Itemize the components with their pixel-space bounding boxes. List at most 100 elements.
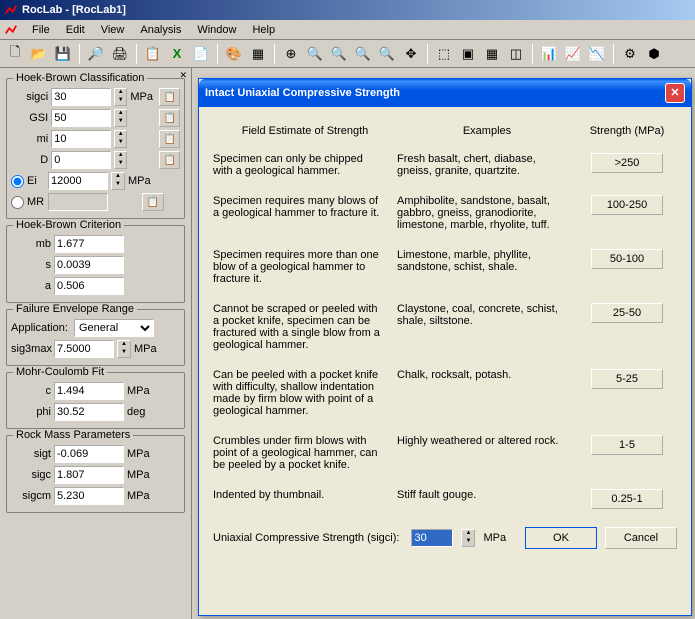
cancel-button[interactable]: Cancel <box>605 527 677 549</box>
sigt-input[interactable] <box>54 445 124 463</box>
print-icon[interactable]: 🖨 <box>109 43 131 65</box>
group-legend: Hoek-Brown Criterion <box>13 219 124 231</box>
open-icon[interactable]: 📂 <box>28 43 50 65</box>
menu-window[interactable]: Window <box>189 22 244 38</box>
strength-row: Specimen requires many blows of a geolog… <box>213 195 677 231</box>
grid-icon[interactable]: ▦ <box>247 43 269 65</box>
sigcm-unit: MPa <box>127 490 155 502</box>
d-label: D <box>11 154 48 166</box>
c-input[interactable] <box>54 382 124 400</box>
sigci-spinner[interactable]: ▲▼ <box>114 88 127 106</box>
gsi-helper-icon[interactable]: 📋 <box>159 109 180 127</box>
copy-icon[interactable]: 📋 <box>142 43 164 65</box>
save-icon[interactable]: 💾 <box>52 43 74 65</box>
a-input[interactable] <box>54 277 124 295</box>
toolbar: 🗋 📂 💾 🔎 🖨 📋 X 📄 🎨 ▦ ⊕ 🔍 🔍 🔍 🔍 ✥ ⬚ ▣ ▦ ◫ … <box>0 40 695 68</box>
tool4-icon[interactable]: ◫ <box>505 43 527 65</box>
strength-range-button[interactable]: 25-50 <box>591 303 663 323</box>
ei-label: Ei <box>27 175 45 187</box>
print-preview-icon[interactable]: 🔎 <box>85 43 107 65</box>
sigc-input[interactable] <box>54 466 124 484</box>
ei-input[interactable] <box>48 172 108 190</box>
strength-range-button[interactable]: >250 <box>591 153 663 173</box>
separator <box>136 44 137 64</box>
example-text: Fresh basalt, chert, diabase, gneiss, gr… <box>397 153 577 177</box>
d-input[interactable] <box>51 151 111 169</box>
mr-radio[interactable] <box>11 196 24 209</box>
palette-icon[interactable]: 🎨 <box>223 43 245 65</box>
sigci-footer-label: Uniaxial Compressive Strength (sigci): <box>213 532 399 544</box>
tool3-icon[interactable]: ▦ <box>481 43 503 65</box>
mb-input[interactable] <box>54 235 124 253</box>
chart1-icon[interactable]: 📊 <box>538 43 560 65</box>
strength-range-button[interactable]: 100-250 <box>591 195 663 215</box>
sig3max-input[interactable] <box>54 340 114 358</box>
menu-file[interactable]: File <box>24 22 58 38</box>
ei-spinner[interactable]: ▲▼ <box>111 172 125 190</box>
sigcm-input[interactable] <box>54 487 124 505</box>
strength-range-button[interactable]: 0.25-1 <box>591 489 663 509</box>
menu-edit[interactable]: Edit <box>58 22 93 38</box>
dialog-title-bar[interactable]: Intact Uniaxial Compressive Strength ✕ <box>199 79 691 107</box>
pan-icon[interactable]: ✥ <box>400 43 422 65</box>
gsi-spinner[interactable]: ▲▼ <box>114 109 127 127</box>
menu-help[interactable]: Help <box>244 22 283 38</box>
menu-bar: File Edit View Analysis Window Help <box>0 20 695 40</box>
title-bar: RocLab - [RocLab1] <box>0 0 695 20</box>
sig3max-spinner[interactable]: ▲▼ <box>117 340 131 358</box>
sigci-footer-input[interactable] <box>411 529 453 547</box>
estimate-text: Cannot be scraped or peeled with a pocke… <box>213 303 397 351</box>
phi-input[interactable] <box>54 403 124 421</box>
mr-helper-icon[interactable]: 📋 <box>142 193 164 211</box>
mi-label: mi <box>11 133 48 145</box>
example-text: Stiff fault gouge. <box>397 489 577 501</box>
close-icon[interactable]: ✕ <box>665 83 685 103</box>
tool2-icon[interactable]: ▣ <box>457 43 479 65</box>
chart3-icon[interactable]: 📉 <box>586 43 608 65</box>
mi-helper-icon[interactable]: 📋 <box>159 130 180 148</box>
menu-view[interactable]: View <box>93 22 133 38</box>
excel-icon[interactable]: X <box>166 43 188 65</box>
application-select[interactable]: General <box>74 319 154 337</box>
d-spinner[interactable]: ▲▼ <box>114 151 127 169</box>
strength-range-button[interactable]: 5-25 <box>591 369 663 389</box>
mi-spinner[interactable]: ▲▼ <box>114 130 127 148</box>
gsi-input[interactable] <box>51 109 111 127</box>
sigci-input[interactable] <box>51 88 111 106</box>
separator <box>79 44 80 64</box>
chart2-icon[interactable]: 📈 <box>562 43 584 65</box>
group-legend: Failure Envelope Range <box>13 303 137 315</box>
sigci-footer-spinner[interactable]: ▲▼ <box>461 529 475 547</box>
tool1-icon[interactable]: ⬚ <box>433 43 455 65</box>
d-helper-icon[interactable]: 📋 <box>159 151 180 169</box>
rock-icon[interactable]: ⬢ <box>643 43 665 65</box>
sigci-label: sigci <box>11 91 48 103</box>
mi-input[interactable] <box>51 130 111 148</box>
estimate-text: Specimen can only be chipped with a geol… <box>213 153 397 177</box>
strength-range-button[interactable]: 50-100 <box>591 249 663 269</box>
separator <box>274 44 275 64</box>
dialog-title: Intact Uniaxial Compressive Strength <box>205 87 400 99</box>
strength-row: Can be peeled with a pocket knife with d… <box>213 369 677 417</box>
sigci-helper-icon[interactable]: 📋 <box>159 88 180 106</box>
clipboard-icon[interactable]: 📄 <box>190 43 212 65</box>
example-text: Claystone, coal, concrete, schist, shale… <box>397 303 577 327</box>
s-input[interactable] <box>54 256 124 274</box>
menu-analysis[interactable]: Analysis <box>132 22 189 38</box>
settings-icon[interactable]: ⚙ <box>619 43 641 65</box>
zoom-in-icon[interactable]: 🔍 <box>304 43 326 65</box>
zoom-window-icon[interactable]: 🔍 <box>352 43 374 65</box>
strength-row: Crumbles under firm blows with point of … <box>213 435 677 471</box>
ei-radio[interactable] <box>11 175 24 188</box>
new-icon[interactable]: 🗋 <box>4 43 26 65</box>
separator <box>427 44 428 64</box>
mr-label: MR <box>27 196 45 208</box>
example-text: Highly weathered or altered rock. <box>397 435 577 447</box>
app-title: RocLab - [RocLab1] <box>22 4 126 16</box>
zoom-all-icon[interactable]: 🔍 <box>376 43 398 65</box>
zoom-out-icon[interactable]: 🔍 <box>328 43 350 65</box>
zoom-extents-icon[interactable]: ⊕ <box>280 43 302 65</box>
strength-range-button[interactable]: 1-5 <box>591 435 663 455</box>
ok-button[interactable]: OK <box>525 527 597 549</box>
mb-label: mb <box>11 238 51 250</box>
